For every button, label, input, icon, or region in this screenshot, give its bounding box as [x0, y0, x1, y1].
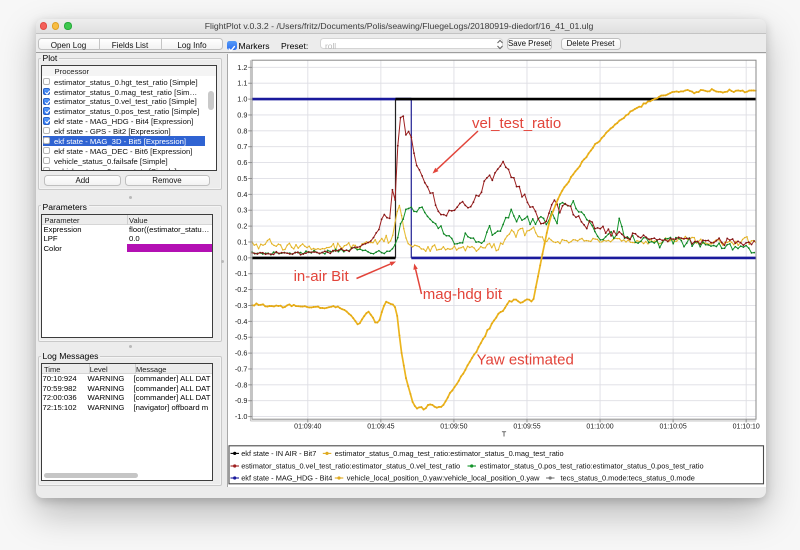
svg-text:-0.3: -0.3 [235, 301, 248, 310]
svg-text:01:09:40: 01:09:40 [294, 424, 321, 431]
svg-text:01:09:45: 01:09:45 [367, 424, 394, 431]
svg-text:tecs_status_0.mode:tecs_status: tecs_status_0.mode:tecs_status_0.mode [561, 474, 695, 483]
svg-text:estimator_status_0.mag_test_ra: estimator_status_0.mag_test_ratio:estima… [335, 449, 564, 458]
svg-text:0.5: 0.5 [237, 174, 247, 183]
svg-text:T: T [502, 430, 507, 439]
svg-text:01:09:55: 01:09:55 [513, 424, 540, 431]
svg-text:0.8: 0.8 [237, 126, 247, 135]
svg-text:01:09:50: 01:09:50 [440, 424, 467, 431]
svg-text:0.6: 0.6 [237, 158, 247, 167]
svg-text:01:10:00: 01:10:00 [586, 424, 613, 431]
svg-text:0.0: 0.0 [237, 253, 247, 262]
svg-text:estimator_status_0.vel_test_ra: estimator_status_0.vel_test_ratio:estima… [241, 462, 460, 471]
svg-text:0.4: 0.4 [237, 190, 247, 199]
svg-text:1.1: 1.1 [237, 79, 247, 88]
svg-text:1.2: 1.2 [237, 63, 247, 72]
svg-text:Yaw estimated: Yaw estimated [477, 352, 574, 369]
svg-text:0.3: 0.3 [237, 206, 247, 215]
svg-text:0.1: 0.1 [237, 238, 247, 247]
svg-text:vehicle_local_position_0.yaw:v: vehicle_local_position_0.yaw:vehicle_loc… [347, 474, 540, 483]
svg-text:-0.5: -0.5 [235, 333, 248, 342]
svg-text:estimator_status_0.pos_test_ra: estimator_status_0.pos_test_ratio:estima… [480, 462, 704, 471]
svg-text:in-air Bit: in-air Bit [294, 268, 350, 285]
svg-text:-0.4: -0.4 [235, 317, 248, 326]
svg-text:-0.8: -0.8 [235, 380, 248, 389]
svg-text:mag-hdg bit: mag-hdg bit [423, 286, 503, 303]
svg-text:0.7: 0.7 [237, 142, 247, 151]
svg-text:ekf state - MAG_HDG - Bit4: ekf state - MAG_HDG - Bit4 [241, 474, 332, 483]
svg-text:0.2: 0.2 [237, 222, 247, 231]
svg-text:-0.9: -0.9 [235, 396, 248, 405]
svg-text:-0.6: -0.6 [235, 349, 248, 358]
svg-text:01:10:10: 01:10:10 [733, 424, 760, 431]
svg-text:1.0: 1.0 [237, 95, 247, 104]
svg-text:-1.0: -1.0 [235, 412, 248, 421]
svg-text:0.9: 0.9 [237, 111, 247, 120]
svg-text:-0.2: -0.2 [235, 285, 248, 294]
svg-text:-0.1: -0.1 [235, 269, 248, 278]
svg-text:01:10:05: 01:10:05 [659, 424, 686, 431]
svg-text:ekf state - IN AIR - Bit7: ekf state - IN AIR - Bit7 [241, 449, 316, 458]
svg-text:vel_test_ratio: vel_test_ratio [472, 115, 561, 132]
svg-text:-0.7: -0.7 [235, 365, 248, 374]
